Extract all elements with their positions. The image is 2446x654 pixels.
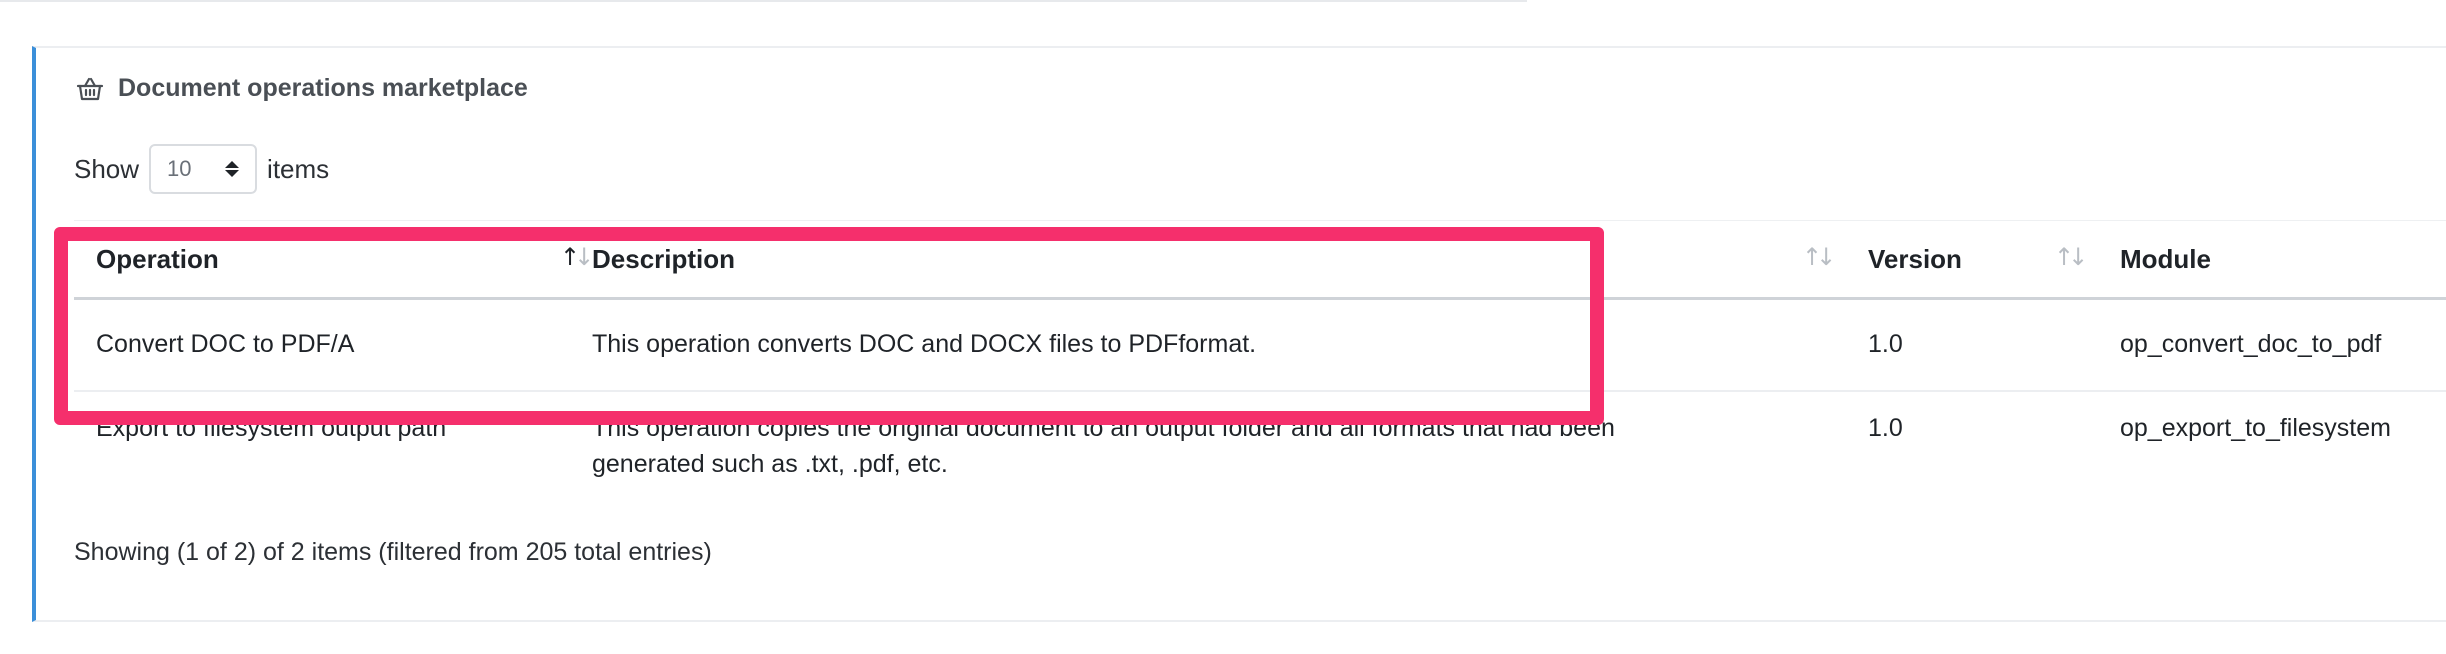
column-header-module[interactable]: Module: [2120, 221, 2211, 298]
page-length-value: 10: [167, 156, 192, 181]
sort-ascending-icon[interactable]: ↑↓: [560, 243, 594, 271]
marketplace-panel: Document operations marketplace Show 10 …: [32, 46, 2446, 622]
cell-description: This operation converts DOC and DOCX fil…: [592, 330, 1257, 358]
cell-version: 1.0: [1868, 330, 1903, 358]
operations-table: Operation ↑↓ Description ↑↓ Version ↑↓ M…: [74, 220, 2446, 502]
items-label: items: [267, 153, 330, 184]
page-length-select[interactable]: 10: [149, 144, 258, 194]
select-caret-icon: [225, 161, 240, 177]
cell-operation: Export to filesystem output path: [96, 414, 447, 442]
top-divider: [0, 0, 1527, 2]
table-row[interactable]: Export to filesystem output path This op…: [74, 392, 2446, 502]
column-header-operation[interactable]: Operation: [96, 221, 219, 298]
table-header: Operation ↑↓ Description ↑↓ Version ↑↓ M…: [74, 220, 2446, 300]
column-header-description[interactable]: Description: [592, 221, 735, 298]
sort-icon[interactable]: ↑↓: [1802, 243, 1836, 271]
cell-operation: Convert DOC to PDF/A: [96, 330, 355, 358]
table-row[interactable]: Convert DOC to PDF/A This operation conv…: [74, 300, 2446, 392]
cell-module: op_convert_doc_to_pdf: [2120, 330, 2382, 358]
basket-icon: [76, 76, 104, 102]
cell-version: 1.0: [1868, 414, 1903, 442]
cell-module: op_export_to_filesystem: [2120, 414, 2391, 442]
cell-description: This operation copies the original docum…: [592, 410, 1615, 482]
show-label: Show: [74, 153, 140, 184]
column-header-version[interactable]: Version: [1868, 221, 1962, 298]
table-info: Showing (1 of 2) of 2 items (filtered fr…: [74, 538, 712, 566]
panel-header: Document operations marketplace: [76, 74, 528, 103]
sort-icon[interactable]: ↑↓: [2054, 243, 2088, 271]
page-length-control: Show 10 items: [74, 144, 329, 194]
description-line: generated such as .txt, .pdf, etc.: [592, 450, 948, 478]
description-line: This operation copies the original docum…: [592, 414, 1615, 442]
panel-title: Document operations marketplace: [118, 74, 528, 102]
